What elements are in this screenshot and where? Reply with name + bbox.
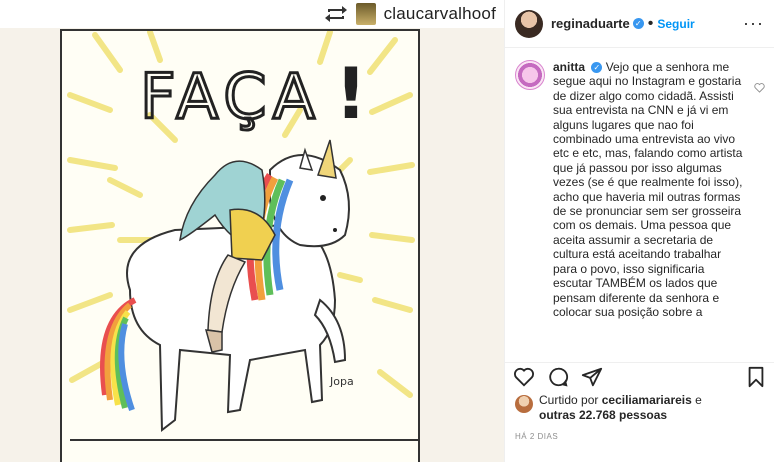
liker-avatar[interactable] (515, 395, 533, 413)
post-panel: reginaduarte ✓ • Seguir ··· anitta ✓ Vej… (504, 0, 774, 462)
commenter-avatar[interactable] (515, 60, 545, 90)
repost-bar: claucarvalhoof (0, 0, 504, 28)
repost-icon (324, 6, 347, 22)
like-heart-icon[interactable] (513, 366, 535, 388)
likes-summary: Curtido por ceciliamariareis e outras 22… (515, 393, 702, 423)
commenter-username[interactable]: anitta (553, 60, 585, 74)
author-avatar[interactable] (515, 9, 543, 38)
share-icon[interactable] (581, 366, 603, 388)
post-timestamp: HÁ 2 DIAS (515, 432, 559, 441)
repost-avatar (355, 3, 376, 25)
more-options-icon[interactable]: ··· (743, 13, 764, 34)
unicorn-illustration: FAÇA ! Jopa (60, 29, 420, 441)
verified-icon: ✓ (591, 62, 603, 73)
post-header: reginaduarte ✓ • Seguir ··· (505, 0, 774, 48)
repost-username: claucarvalhoof (383, 4, 496, 23)
likes-text: Curtido por ceciliamariareis e outras 22… (539, 393, 702, 423)
likes-prefix: Curtido por (539, 393, 599, 407)
exclamation-text: ! (335, 53, 367, 135)
verified-icon: ✓ (632, 18, 644, 29)
comments-list[interactable]: anitta ✓ Vejo que a senhora me segue aqu… (505, 60, 774, 354)
separator: • (647, 14, 654, 32)
liker-username[interactable]: ceciliamariareis (602, 393, 692, 407)
bookmark-icon[interactable] (745, 366, 767, 388)
heart-icon[interactable] (754, 82, 765, 93)
signature-text: Jopa (329, 375, 354, 388)
likes-joiner: e (695, 393, 702, 407)
likes-count[interactable]: outras 22.768 pessoas (539, 408, 667, 422)
author-username[interactable]: reginaduarte (551, 16, 630, 31)
comment-body: Vejo que a senhora me segue aqui no Inst… (553, 60, 743, 319)
action-bar (505, 362, 774, 390)
post-image[interactable]: FAÇA ! Jopa claucarvalhoof (0, 0, 504, 462)
comment-item: anitta ✓ Vejo que a senhora me segue aqu… (515, 60, 765, 319)
headline-text: FAÇA (140, 60, 321, 133)
comment-text-block: anitta ✓ Vejo que a senhora me segue aqu… (553, 60, 743, 319)
comment-icon[interactable] (547, 366, 569, 388)
follow-button[interactable]: Seguir (657, 17, 694, 31)
